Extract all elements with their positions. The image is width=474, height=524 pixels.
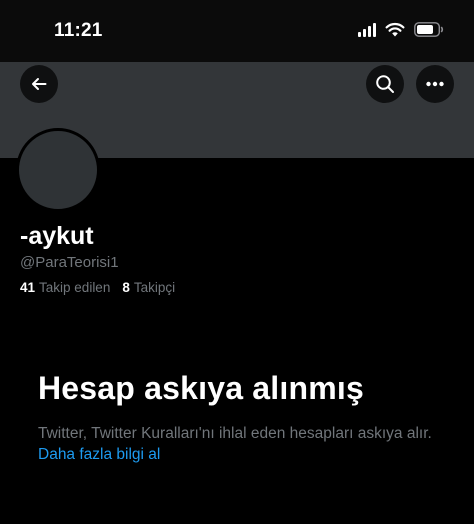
following-link[interactable]: 41 Takip edilen [20, 280, 110, 295]
more-horizontal-icon [426, 81, 444, 87]
search-icon [376, 75, 394, 93]
user-handle: @ParaTeorisi1 [20, 254, 119, 271]
following-count: 41 [20, 280, 36, 295]
suspension-text: Twitter, Twitter Kuralları'nı ihlal eden… [38, 425, 432, 442]
status-bar: 11:21 [0, 0, 474, 62]
signal-icon [358, 22, 376, 37]
followers-count: 8 [122, 280, 130, 295]
following-label: Takip edilen [39, 280, 111, 295]
more-options-button[interactable] [416, 65, 454, 103]
follow-stats: 41 Takip edilen 8 Takipçi [20, 280, 175, 295]
followers-link[interactable]: 8 Takipçi [122, 280, 175, 295]
battery-icon [414, 22, 444, 37]
suspension-title: Hesap askıya alınmış [38, 370, 364, 406]
avatar[interactable] [16, 128, 100, 212]
back-button[interactable] [20, 65, 58, 103]
suspension-message: Twitter, Twitter Kuralları'nı ihlal eden… [38, 423, 438, 465]
status-icons [358, 22, 444, 37]
learn-more-link[interactable]: Daha fazla bilgi al [38, 446, 160, 463]
wifi-icon [385, 22, 405, 37]
status-time: 11:21 [54, 20, 103, 41]
search-button[interactable] [366, 65, 404, 103]
arrow-left-icon [32, 78, 47, 90]
display-name: -aykut [20, 222, 94, 250]
followers-label: Takipçi [133, 280, 176, 295]
